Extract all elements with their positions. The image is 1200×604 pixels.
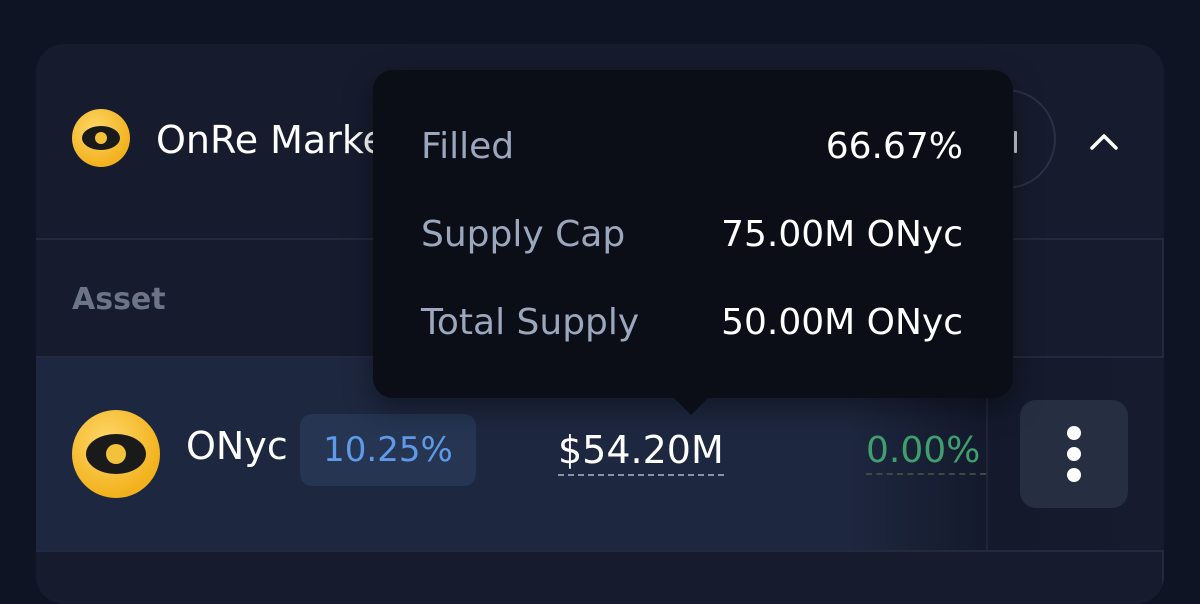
tooltip-arrow [673, 397, 709, 415]
onre-logo-icon [72, 109, 130, 167]
total-supply-value[interactable]: $54.20M [558, 428, 724, 476]
tooltip-value: 50.00M ONyc [721, 302, 963, 343]
market-name: OnRe Market [156, 118, 401, 162]
change-value: 0.00% [866, 430, 986, 475]
chevron-up-icon[interactable] [1090, 128, 1118, 156]
supply-tooltip: Filled 66.67% Supply Cap 75.00M ONyc Tot… [373, 70, 1013, 415]
more-dot [1067, 447, 1081, 461]
logo-pupil [106, 444, 126, 464]
tooltip-label: Supply Cap [421, 214, 626, 255]
tooltip-row-filled: Filled 66.67% [421, 126, 963, 176]
onyc-logo-icon [72, 410, 160, 498]
tooltip-value: 66.67% [825, 126, 963, 167]
tooltip-label: Filled [421, 126, 515, 167]
more-dot [1067, 426, 1081, 440]
button-glyph [1014, 131, 1017, 153]
more-dot [1067, 468, 1081, 482]
tooltip-value: 75.00M ONyc [721, 214, 963, 255]
more-options-button[interactable] [1020, 400, 1128, 508]
row-divider [36, 550, 1164, 552]
tooltip-label: Total Supply [421, 302, 640, 343]
column-header-asset: Asset [72, 282, 166, 317]
apy-badge: 10.25% [300, 414, 476, 486]
tooltip-row-total-supply: Total Supply 50.00M ONyc [421, 302, 963, 352]
asset-symbol: ONyc [186, 424, 288, 468]
tooltip-row-supply-cap: Supply Cap 75.00M ONyc [421, 214, 963, 264]
logo-pupil [95, 132, 107, 144]
